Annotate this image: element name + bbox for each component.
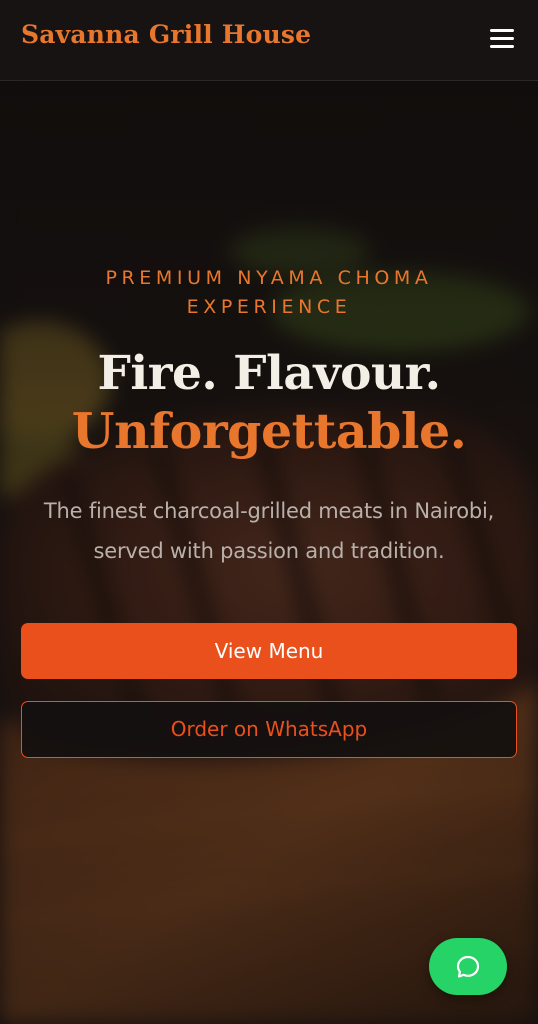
hamburger-menu-icon[interactable] — [490, 26, 516, 50]
brand-logo-text[interactable]: Savanna Grill House — [21, 20, 311, 49]
headline-line-2: Unforgettable. — [71, 402, 467, 460]
whatsapp-chat-button[interactable] — [429, 938, 507, 995]
chat-bubble-icon — [456, 955, 480, 978]
page: Savanna Grill House PREMIUM NYAMA CHOMA … — [0, 0, 538, 1024]
site-header: Savanna Grill House — [0, 0, 538, 81]
headline-line-1: Fire. Flavour. — [97, 346, 441, 401]
order-whatsapp-button[interactable]: Order on WhatsApp — [21, 701, 517, 758]
view-menu-button[interactable]: View Menu — [21, 623, 517, 679]
hero-eyebrow: PREMIUM NYAMA CHOMA EXPERIENCE — [105, 267, 433, 318]
hero-subtitle: The finest charcoal-grilled meats in Nai… — [43, 499, 495, 563]
hero-headline: Fire. Flavour. Unforgettable. — [0, 345, 538, 459]
